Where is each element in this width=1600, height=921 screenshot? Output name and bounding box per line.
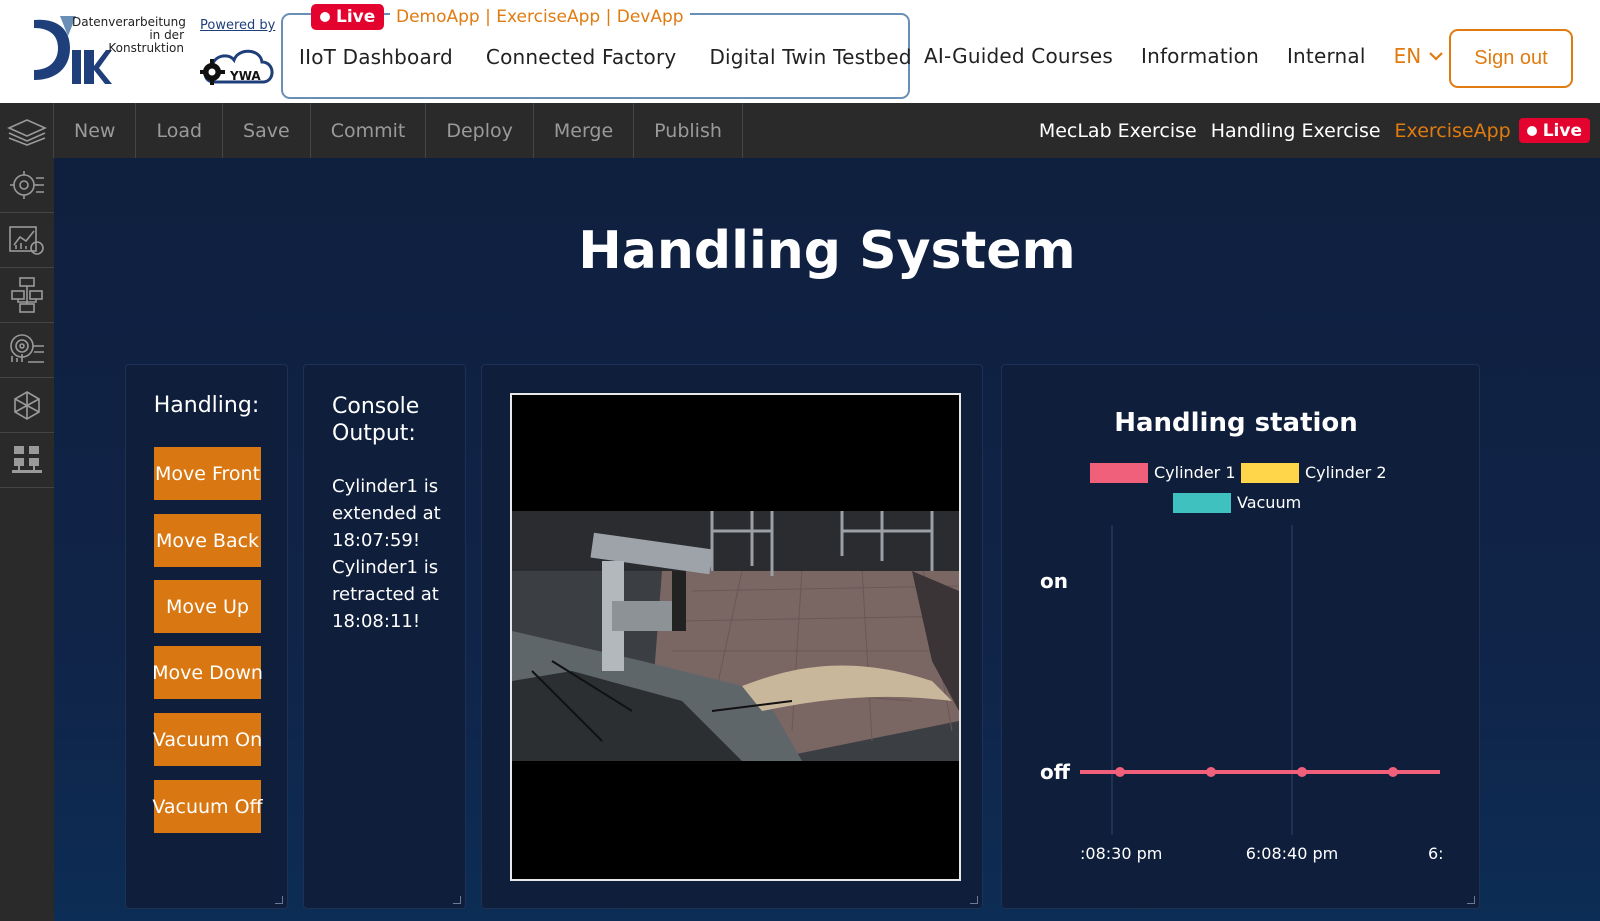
move-back-button[interactable]: Move Back — [154, 514, 261, 567]
console-title: Console Output: — [332, 394, 420, 446]
sidebar-item-network[interactable] — [0, 378, 54, 433]
toolbar-buttons: New Load Save Commit Deploy Merge Publis… — [54, 103, 743, 158]
data-point-0-2[interactable] — [1297, 767, 1307, 777]
target-icon — [10, 334, 44, 363]
chart-panel: Handling station Cylinder 1 Cylinder 2 Vac… — [1001, 364, 1480, 909]
commit-button[interactable]: Commit — [311, 103, 427, 158]
ywa-cloud-logo-icon: YWA — [200, 49, 274, 85]
camera-feed-icon — [512, 511, 959, 761]
breadcrumb-app-name[interactable]: ExerciseApp — [1395, 120, 1511, 142]
console-output: Cylinder1 is extended at 18:07:59! Cylin… — [332, 476, 441, 632]
nav-information[interactable]: Information — [1141, 44, 1259, 68]
language-label: EN — [1393, 44, 1422, 68]
x-tick-label-1: 6:08:40 pm — [1246, 844, 1339, 863]
chart-series — [1080, 767, 1440, 777]
sidebar — [0, 158, 54, 921]
top-header: Datenverarbeitung in der Konstruktion Po… — [0, 0, 1600, 103]
y-label-off: off — [1040, 760, 1071, 784]
network-cube-icon — [14, 391, 40, 420]
dik-logo[interactable]: Datenverarbeitung in der Konstruktion — [32, 14, 187, 88]
publish-button[interactable]: Publish — [634, 103, 743, 158]
live-label: Live — [336, 7, 376, 27]
toolbar: New Load Save Commit Deploy Merge Publis… — [0, 103, 1600, 158]
layers-toggle[interactable] — [0, 103, 54, 158]
flowchart-icon — [11, 277, 43, 313]
nav-internal[interactable]: Internal — [1287, 44, 1366, 68]
console-panel: Console Output: Cylinder1 is extended at… — [303, 364, 466, 909]
main-content: Handling System Handling: Move Front Mov… — [54, 158, 1600, 921]
x-tick-label-0: :08:30 pm — [1080, 844, 1162, 863]
legend-swatch-2[interactable] — [1173, 493, 1231, 513]
move-front-button[interactable]: Move Front — [154, 447, 261, 500]
legend-label-2[interactable]: Vacuum — [1237, 493, 1301, 512]
apps-label[interactable]: DemoApp | ExerciseApp | DevApp — [390, 7, 690, 27]
data-point-0-3[interactable] — [1388, 767, 1398, 777]
legend-swatch-0[interactable] — [1090, 463, 1148, 483]
chevron-down-icon — [1429, 52, 1444, 61]
video-panel — [481, 364, 983, 909]
save-button[interactable]: Save — [223, 103, 311, 158]
chart-grid — [1111, 525, 1293, 835]
vacuum-on-button[interactable]: Vacuum On — [153, 713, 262, 766]
resize-handle[interactable] — [1467, 896, 1475, 904]
logo-text: Datenverarbeitung in der Konstruktion — [72, 15, 186, 55]
settings-cloud-icon — [10, 171, 44, 199]
nav-connected-factory[interactable]: Connected Factory — [486, 45, 677, 69]
grid-apps-icon — [12, 446, 42, 473]
language-selector[interactable]: EN — [1394, 44, 1444, 68]
breadcrumb: MecLab Exercise Handling Exercise Exerci… — [1039, 103, 1590, 158]
x-axis-labels: :08:30 pm 6:08:40 pm 6: — [1080, 844, 1444, 863]
vacuum-off-button[interactable]: Vacuum Off — [152, 780, 263, 833]
camera-feed[interactable] — [510, 393, 961, 881]
data-point-0-0[interactable] — [1115, 767, 1125, 777]
legend-label-0[interactable]: Cylinder 1 — [1154, 463, 1236, 482]
powered-by-label: Powered by — [200, 18, 276, 33]
group-nav: IIoT Dashboard Connected Factory Digital… — [283, 45, 911, 69]
move-down-button[interactable]: Move Down — [152, 646, 263, 699]
sidebar-item-settings[interactable] — [0, 158, 54, 213]
main-nav: AI-Guided Courses Information Internal E… — [924, 44, 1444, 68]
move-up-button[interactable]: Move Up — [154, 580, 261, 633]
breadcrumb-meclab-exercise[interactable]: MecLab Exercise — [1039, 120, 1197, 142]
resize-handle[interactable] — [970, 896, 978, 904]
layers-icon — [6, 118, 47, 146]
page-title: Handling System — [578, 221, 1076, 281]
y-label-on: on — [1040, 569, 1068, 593]
chart-legend: Cylinder 1 Cylinder 2Vacuum — [1090, 463, 1387, 513]
chart-title: Handling station — [1114, 408, 1358, 438]
load-button[interactable]: Load — [136, 103, 224, 158]
data-point-0-1[interactable] — [1206, 767, 1216, 777]
analytics-icon — [9, 226, 44, 255]
y-axis-labels: off on — [1040, 569, 1071, 784]
breadcrumb-handling-exercise[interactable]: Handling Exercise — [1211, 120, 1381, 142]
toolbar-live-badge: Live — [1518, 118, 1590, 143]
new-button[interactable]: New — [54, 103, 137, 158]
nav-ai-guided-courses[interactable]: AI-Guided Courses — [924, 44, 1113, 68]
merge-button[interactable]: Merge — [534, 103, 635, 158]
live-badge: Live — [311, 4, 385, 30]
x-tick-label-2: 6: — [1428, 844, 1444, 863]
live-app-group: Live DemoApp | ExerciseApp | DevApp IIoT… — [281, 4, 911, 99]
live-dot-icon — [1526, 125, 1537, 136]
nav-iiot-dashboard[interactable]: IIoT Dashboard — [299, 45, 453, 69]
handling-panel: Handling: Move Front Move Back Move Up M… — [125, 364, 288, 909]
resize-handle[interactable] — [453, 896, 461, 904]
sign-out-button[interactable]: Sign out — [1449, 29, 1573, 88]
nav-digital-twin-testbed[interactable]: Digital Twin Testbed — [709, 45, 911, 69]
legend-label-1[interactable]: Cylinder 2 — [1305, 463, 1387, 482]
sidebar-item-analytics[interactable] — [0, 213, 54, 268]
svg-text:YWA: YWA — [229, 69, 261, 83]
sidebar-item-flowchart[interactable] — [0, 268, 54, 323]
handling-title: Handling: — [153, 393, 260, 418]
live-dot-icon — [320, 12, 330, 22]
legend-swatch-1[interactable] — [1241, 463, 1299, 483]
handling-station-chart: Handling station Cylinder 1 Cylinder 2Vac… — [1040, 408, 1444, 863]
powered-by[interactable]: Powered by YWA — [200, 18, 280, 88]
toolbar-live-label: Live — [1542, 120, 1582, 141]
deploy-button[interactable]: Deploy — [426, 103, 534, 158]
resize-handle[interactable] — [275, 896, 283, 904]
sidebar-item-apps[interactable] — [0, 433, 54, 488]
sidebar-item-target[interactable] — [0, 323, 54, 378]
